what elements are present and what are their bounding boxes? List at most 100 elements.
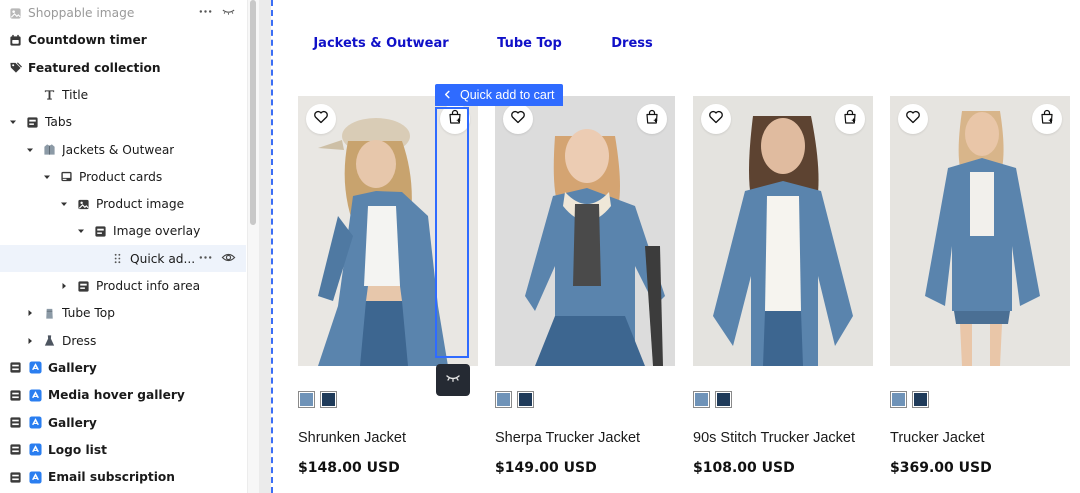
section-boundary-dashed-line: [271, 0, 273, 493]
jacket-icon: [42, 143, 56, 157]
layer-row[interactable]: Featured collection: [0, 54, 246, 81]
layer-label: Product image: [96, 197, 185, 212]
panel-gutter: [259, 0, 271, 493]
chevron-down-icon[interactable]: [42, 172, 52, 182]
layer-row[interactable]: Dress: [0, 327, 246, 354]
eye-icon[interactable]: [221, 250, 236, 268]
layer-row[interactable]: Title: [0, 81, 246, 108]
app-badge-icon: [28, 443, 42, 457]
heart-icon: [313, 109, 329, 129]
more-options-icon[interactable]: [198, 250, 213, 268]
layer-row-actions: [198, 245, 236, 272]
layers-scrollbar-thumb[interactable]: [250, 0, 256, 225]
color-swatch[interactable]: [912, 391, 929, 408]
wishlist-heart-button[interactable]: [503, 104, 533, 134]
chevron-down-icon[interactable]: [76, 226, 86, 236]
tab-dress[interactable]: Dress: [596, 25, 668, 61]
image-icon: [76, 197, 90, 211]
layer-label: Tube Top: [62, 306, 115, 321]
layer-row[interactable]: Logo list: [0, 436, 246, 463]
app-block-icon: [8, 416, 22, 430]
hide-block-button[interactable]: [436, 364, 470, 396]
layer-row[interactable]: Gallery: [0, 354, 246, 381]
drag-handle-icon: [110, 252, 124, 266]
layer-row[interactable]: Image overlay: [0, 218, 246, 245]
color-swatch[interactable]: [890, 391, 907, 408]
layer-row[interactable]: Jackets & Outwear: [0, 136, 246, 163]
product-image[interactable]: [495, 96, 675, 366]
section-block-icon: [93, 224, 107, 238]
app-block-icon: [8, 443, 22, 457]
color-swatch[interactable]: [320, 391, 337, 408]
color-swatch[interactable]: [517, 391, 534, 408]
layer-row[interactable]: Countdown timer: [0, 27, 246, 54]
bag-plus-icon: [1039, 109, 1055, 129]
eye-closed-icon: [445, 370, 461, 390]
tag-icon: [8, 61, 22, 75]
layer-label: Dress: [62, 333, 97, 348]
chevron-down-icon[interactable]: [8, 117, 18, 127]
eye-closed-icon[interactable]: [221, 4, 236, 22]
app-badge-icon: [28, 361, 42, 375]
color-swatch[interactable]: [693, 391, 710, 408]
wishlist-heart-button[interactable]: [306, 104, 336, 134]
color-swatch[interactable]: [298, 391, 315, 408]
quick-add-cart-button[interactable]: [637, 104, 667, 134]
layer-label: Image overlay: [113, 224, 201, 239]
calendar-timer-icon: [8, 33, 22, 47]
layer-label: Product cards: [79, 169, 163, 184]
product-title[interactable]: Sherpa Trucker Jacket: [495, 430, 640, 446]
layer-row[interactable]: Media hover gallery: [0, 382, 246, 409]
product-title[interactable]: Shrunken Jacket: [298, 430, 406, 446]
image-block-icon: [8, 6, 22, 20]
chevron-down-icon[interactable]: [59, 199, 69, 209]
color-swatch[interactable]: [495, 391, 512, 408]
section-block-icon: [76, 279, 90, 293]
app-badge-icon: [28, 470, 42, 484]
layer-row[interactable]: Shoppable image: [0, 0, 246, 27]
dress-icon: [42, 334, 56, 348]
chevron-down-icon[interactable]: [25, 145, 35, 155]
selected-block-name: Quick add to cart: [460, 88, 555, 102]
product-card[interactable]: Sherpa Trucker Jacket $149.00 USD: [495, 96, 675, 476]
layer-row[interactable]: Product cards: [0, 163, 246, 190]
chevron-right-icon[interactable]: [25, 336, 35, 346]
tab-tube-top[interactable]: Tube Top: [482, 25, 577, 61]
product-image[interactable]: [890, 96, 1070, 366]
product-card[interactable]: Trucker Jacket $369.00 USD: [890, 96, 1070, 476]
product-image[interactable]: [693, 96, 873, 366]
product-card[interactable]: 90s Stitch Trucker Jacket $108.00 USD: [693, 96, 873, 476]
layer-label: Quick ad...: [130, 251, 196, 266]
layer-row[interactable]: Product image: [0, 191, 246, 218]
layer-label: Logo list: [48, 442, 107, 457]
wishlist-heart-button[interactable]: [701, 104, 731, 134]
more-options-icon[interactable]: [198, 4, 213, 22]
product-title[interactable]: Trucker Jacket: [890, 430, 985, 446]
heart-icon: [708, 109, 724, 129]
layer-row[interactable]: Tube Top: [0, 300, 246, 327]
layer-row[interactable]: Email subscription: [0, 464, 246, 491]
bag-plus-icon: [842, 109, 858, 129]
app-badge-icon: [28, 416, 42, 430]
heart-icon: [510, 109, 526, 129]
wishlist-heart-button[interactable]: [898, 104, 928, 134]
layer-row[interactable]: Product info area: [0, 273, 246, 300]
app-block-icon: [8, 470, 22, 484]
quick-add-cart-button[interactable]: [1032, 104, 1062, 134]
app-block-icon: [8, 388, 22, 402]
layer-row[interactable]: Quick ad...: [0, 245, 246, 273]
bag-plus-icon: [644, 109, 660, 129]
quick-add-cart-button[interactable]: [835, 104, 865, 134]
layer-label: Jackets & Outwear: [62, 142, 175, 157]
layer-label: Featured collection: [28, 60, 161, 75]
layer-row[interactable]: Gallery: [0, 409, 246, 436]
chevron-right-icon[interactable]: [59, 281, 69, 291]
layer-row[interactable]: Tabs: [0, 109, 246, 136]
tab-jackets-outwear[interactable]: Jackets & Outwear: [298, 25, 464, 61]
chevron-right-icon[interactable]: [25, 308, 35, 318]
product-title[interactable]: 90s Stitch Trucker Jacket: [693, 430, 855, 446]
layer-label: Shoppable image: [28, 6, 135, 20]
selected-block-label[interactable]: Quick add to cart: [435, 84, 563, 106]
chevron-left-icon[interactable]: [443, 88, 452, 102]
color-swatch[interactable]: [715, 391, 732, 408]
